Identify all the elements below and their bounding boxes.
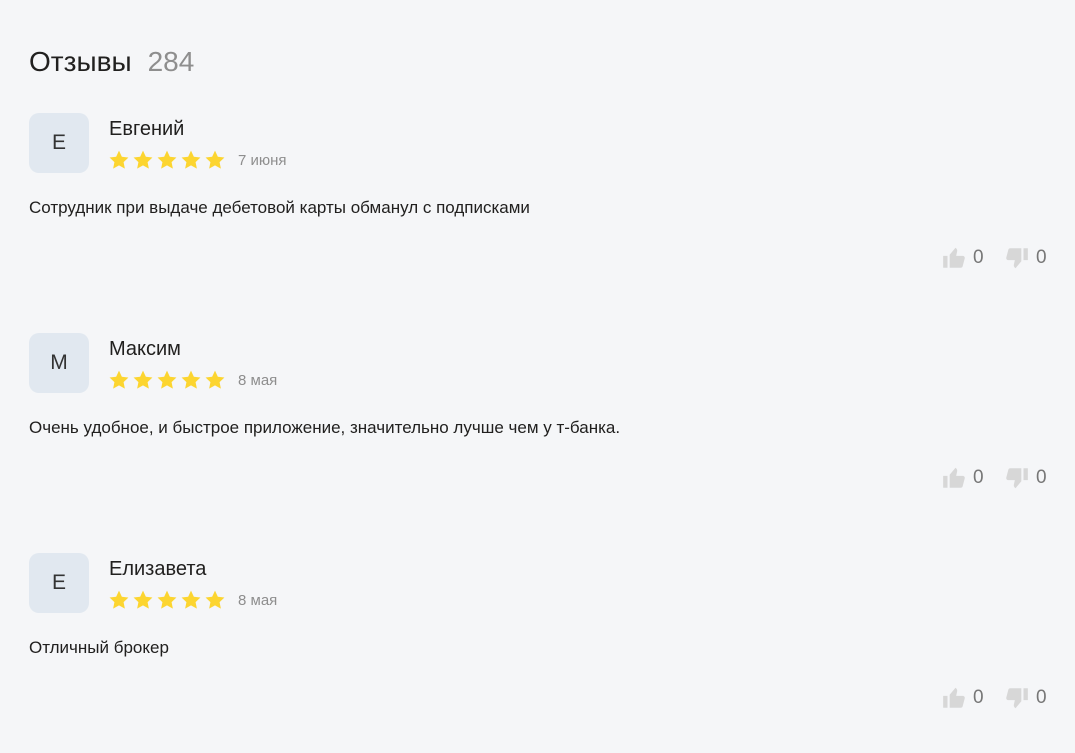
star-rating: [108, 149, 228, 171]
review-text: Очень удобное, и быстрое приложение, зна…: [29, 418, 621, 437]
star-icon: [181, 370, 201, 389]
star-icon: [157, 370, 177, 389]
dislike-count: 0: [1036, 467, 1047, 488]
thumbs-up-icon: [943, 687, 965, 708]
review-votes: 0 0: [941, 465, 1047, 491]
dislike-button[interactable]: 0: [1004, 465, 1047, 491]
star-icon: [181, 150, 201, 169]
like-button[interactable]: 0: [941, 465, 984, 491]
star-icon: [133, 370, 153, 389]
review-votes: 0 0: [941, 245, 1047, 271]
dislike-count: 0: [1036, 687, 1047, 708]
star-icon: [133, 150, 153, 169]
star-rating: [108, 589, 228, 611]
review-rating-row: 8 мая: [108, 369, 277, 391]
star-icon: [157, 150, 177, 169]
review-date: 7 июня: [238, 151, 287, 169]
like-button[interactable]: 0: [941, 685, 984, 711]
star-icon: [181, 590, 201, 609]
review-card: Е Елизавета 8 мая Отличный брокер 0 0: [29, 553, 1047, 733]
reviews-header: Отзывы 284: [29, 46, 194, 78]
star-icon: [205, 150, 225, 169]
review-votes: 0 0: [941, 685, 1047, 711]
like-count: 0: [973, 247, 984, 268]
star-icon: [205, 590, 225, 609]
like-count: 0: [973, 467, 984, 488]
thumbs-down-icon: [1006, 468, 1028, 489]
star-icon: [157, 590, 177, 609]
review-author[interactable]: Максим: [109, 338, 181, 361]
reviews-count: 284: [147, 46, 195, 77]
like-button[interactable]: 0: [941, 245, 984, 271]
star-icon: [109, 370, 129, 389]
like-count: 0: [973, 687, 984, 708]
review-rating-row: 7 июня: [108, 149, 287, 171]
dislike-button[interactable]: 0: [1004, 245, 1047, 271]
review-author[interactable]: Евгений: [109, 118, 184, 141]
avatar[interactable]: Е: [29, 553, 89, 613]
reviews-page: Отзывы 284 Е Евгений 7 июня Сотрудник пр…: [0, 0, 1075, 753]
review-author[interactable]: Елизавета: [109, 558, 206, 581]
star-icon: [109, 150, 129, 169]
review-text: Отличный брокер: [29, 638, 169, 657]
reviews-title: Отзывы: [29, 46, 132, 77]
review-rating-row: 8 мая: [108, 589, 277, 611]
thumbs-up-icon: [943, 247, 965, 268]
thumbs-up-icon: [943, 467, 965, 488]
thumbs-down-icon: [1006, 248, 1028, 269]
star-icon: [133, 590, 153, 609]
avatar[interactable]: Е: [29, 113, 89, 173]
dislike-count: 0: [1036, 247, 1047, 268]
review-date: 8 мая: [238, 371, 278, 389]
avatar[interactable]: М: [29, 333, 89, 393]
dislike-button[interactable]: 0: [1004, 685, 1047, 711]
review-card: М Максим 8 мая Очень удобное, и быстрое …: [29, 333, 1047, 513]
star-icon: [109, 590, 129, 609]
star-icon: [205, 370, 225, 389]
review-card: Е Евгений 7 июня Сотрудник при выдаче де…: [29, 113, 1047, 293]
review-text: Сотрудник при выдаче дебетовой карты обм…: [29, 198, 530, 217]
thumbs-down-icon: [1006, 688, 1028, 709]
star-rating: [108, 369, 228, 391]
review-date: 8 мая: [238, 591, 278, 609]
